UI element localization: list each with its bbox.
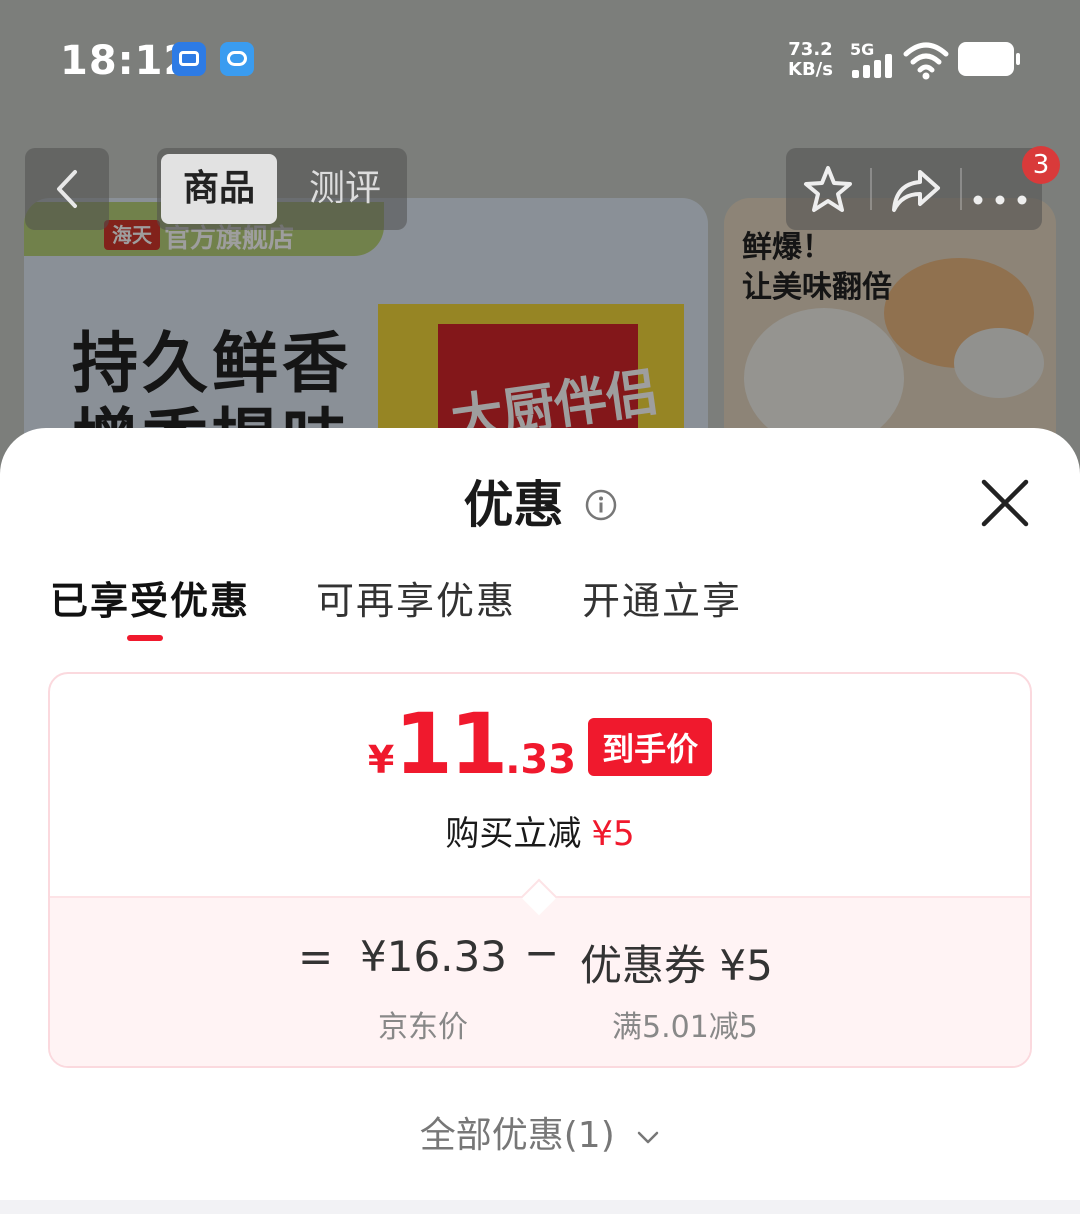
minus-sign: − — [524, 928, 560, 977]
tab-more-offers[interactable]: 可再享优惠 — [316, 576, 516, 626]
close-icon[interactable] — [976, 474, 1034, 532]
coupon-condition: 满5.01减5 — [612, 1010, 758, 1045]
page-tabs: 商品 测评 — [157, 148, 407, 230]
wifi-icon — [903, 42, 949, 80]
final-price-tag: 到手价 — [588, 718, 713, 776]
final-price-section: ¥11.33 到手价 购买立减 ¥5 — [50, 674, 1030, 896]
net-speed-value: 73.2 — [788, 39, 833, 60]
tab-review[interactable]: 测评 — [287, 154, 403, 224]
chevron-left-icon — [57, 170, 77, 208]
active-tab-indicator — [127, 635, 163, 641]
discount-label: 购买立减 — [445, 814, 582, 854]
price-formula: = ¥16.33 − 优惠券 ¥5 京东价 满5.01减5 — [50, 896, 1030, 1066]
net-speed: 73.2 KB/s — [788, 40, 833, 80]
price-decimal: .33 — [505, 737, 577, 783]
final-price: ¥11.33 — [368, 702, 576, 786]
battery-icon — [958, 42, 1020, 76]
final-price-row: ¥11.33 到手价 — [50, 702, 1030, 792]
chevron-down-icon — [637, 1131, 659, 1144]
back-button[interactable] — [25, 148, 109, 230]
sheet-title: 优惠 — [463, 476, 564, 534]
sheet-header: 优惠 — [0, 470, 1080, 540]
more-icon[interactable] — [970, 160, 1030, 218]
offer-breakdown-card: ¥11.33 到手价 购买立减 ¥5 = ¥16.33 − 优惠券 ¥5 京东价 满… — [48, 672, 1032, 1068]
jd-price-label: 京东价 — [378, 1010, 468, 1045]
coupon-amount: 优惠券 ¥5 — [580, 941, 773, 990]
bottom-divider — [0, 1200, 1080, 1214]
tab-enjoyed-offers[interactable]: 已享受优惠 — [50, 576, 250, 626]
tab-activate-offers[interactable]: 开通立享 — [582, 576, 742, 626]
weather-app-icon — [220, 42, 254, 76]
page-actions — [786, 148, 1042, 230]
info-icon[interactable] — [585, 489, 617, 521]
jd-price: ¥16.33 — [360, 932, 507, 981]
screenshot-app-icon — [172, 42, 206, 76]
instant-discount: 购买立减 ¥5 — [50, 806, 1030, 855]
all-offers-toggle[interactable]: 全部优惠(1) — [0, 1106, 1080, 1158]
star-icon[interactable] — [798, 160, 858, 218]
status-bar: 18:12 73.2 KB/s 5G — [0, 0, 1080, 120]
equals-sign: = — [298, 932, 334, 981]
signal-icon — [852, 54, 896, 78]
discount-amount: ¥5 — [591, 814, 635, 854]
notification-badge: 3 — [1022, 146, 1060, 184]
divider — [960, 168, 962, 210]
price-integer: 11 — [394, 695, 508, 793]
divider — [870, 168, 872, 210]
tab-product[interactable]: 商品 — [161, 154, 277, 224]
offers-sheet: 优惠 已享受优惠 可再享优惠 开通立享 ¥11.33 到手价 购买立减 ¥5 = ¥… — [0, 428, 1080, 1214]
net-speed-unit: KB/s — [788, 59, 833, 80]
share-icon[interactable] — [886, 160, 946, 218]
price-currency: ¥ — [367, 738, 395, 782]
all-offers-label: 全部优惠(1) — [419, 1115, 615, 1156]
